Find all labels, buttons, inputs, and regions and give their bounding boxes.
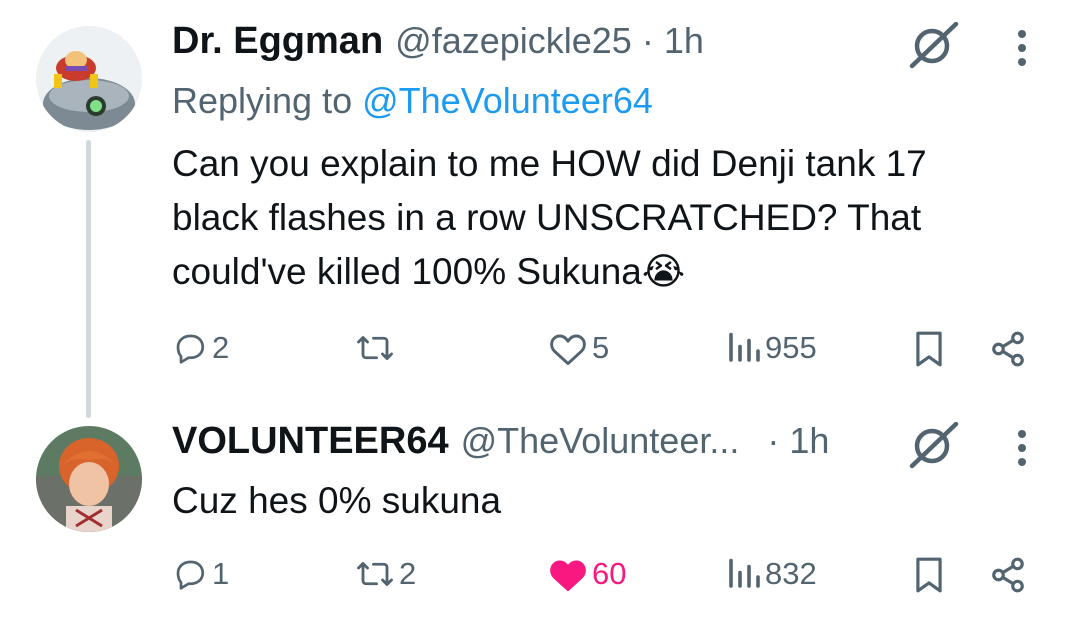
more-icon[interactable] xyxy=(1016,428,1028,473)
repost-icon xyxy=(357,336,393,360)
thread-line xyxy=(86,140,91,418)
reply-count: 1 xyxy=(212,556,230,591)
eggman-avatar-image xyxy=(36,26,142,132)
share-button[interactable] xyxy=(988,330,1028,368)
timestamp[interactable]: · 1h xyxy=(767,420,829,462)
reply-count: 2 xyxy=(212,330,230,365)
like-icon-filled xyxy=(550,560,586,592)
view-count: 832 xyxy=(765,556,817,591)
tweet-text: Can you explain to me HOW did Denji tank… xyxy=(172,137,1022,299)
display-name[interactable]: Dr. Eggman xyxy=(172,20,383,63)
tweet-header: Dr. Eggman @fazepickle25 · 1h xyxy=(172,20,704,68)
display-name[interactable]: VOLUNTEER64 xyxy=(172,420,449,463)
view-count: 955 xyxy=(765,330,817,365)
avatar-eggman[interactable] xyxy=(36,26,142,132)
volunteer-avatar-image xyxy=(36,426,142,532)
bookmark-button[interactable] xyxy=(912,330,946,368)
tweet-text-content: Can you explain to me HOW did Denji tank… xyxy=(172,143,927,292)
like-count: 5 xyxy=(592,330,610,365)
share-button[interactable] xyxy=(988,556,1028,594)
replying-to-link[interactable]: @TheVolunteer64 xyxy=(362,80,653,121)
reply-button[interactable]: 2 xyxy=(172,330,229,366)
views-icon xyxy=(729,558,760,588)
views-button[interactable]: 955 xyxy=(725,330,817,366)
repost-button[interactable] xyxy=(355,330,399,366)
more-icon[interactable] xyxy=(1016,28,1028,73)
handle[interactable]: @fazepickle25 xyxy=(395,20,632,62)
like-count: 60 xyxy=(592,556,627,591)
reply-button[interactable]: 1 xyxy=(172,556,229,592)
reply-icon xyxy=(176,560,205,590)
reply-icon xyxy=(176,334,205,364)
like-icon xyxy=(550,334,586,366)
avatar-volunteer[interactable] xyxy=(36,426,142,532)
timestamp[interactable]: · 1h xyxy=(642,20,704,62)
views-icon xyxy=(729,332,760,362)
bookmark-icon xyxy=(916,331,942,367)
share-icon xyxy=(992,331,1024,367)
repost-icon xyxy=(357,562,393,586)
views-button[interactable]: 832 xyxy=(725,556,817,592)
bookmark-icon xyxy=(916,557,942,593)
share-icon xyxy=(992,557,1024,593)
tweet-text-content: Cuz hes 0% sukuna xyxy=(172,480,502,521)
replying-to: Replying to @TheVolunteer64 xyxy=(172,80,653,122)
loudly-crying-emoji: 😭 xyxy=(641,251,686,292)
bookmark-button[interactable] xyxy=(912,556,946,594)
replying-to-label: Replying to xyxy=(172,80,353,121)
grok-icon[interactable] xyxy=(906,421,962,475)
tweet-text: Cuz hes 0% sukuna xyxy=(172,474,1022,528)
like-button[interactable]: 60 xyxy=(548,556,626,592)
repost-count: 2 xyxy=(399,556,417,591)
grok-icon[interactable] xyxy=(906,21,962,75)
like-button[interactable]: 5 xyxy=(548,330,609,366)
repost-button[interactable]: 2 xyxy=(355,556,416,592)
handle[interactable]: @TheVolunteer... xyxy=(461,420,740,462)
tweet-header: VOLUNTEER64 @TheVolunteer... · 1h xyxy=(172,420,829,468)
